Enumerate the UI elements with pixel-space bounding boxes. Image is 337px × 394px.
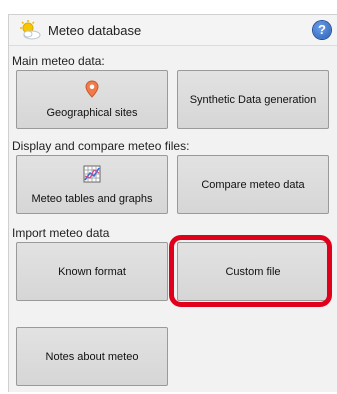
title-bar: Meteo database ? — [9, 15, 337, 46]
synthetic-data-button[interactable]: Synthetic Data generation — [177, 70, 329, 129]
notes-about-meteo-label: Notes about meteo — [45, 350, 139, 363]
highlight-frame — [169, 235, 332, 307]
compare-meteo-button[interactable]: Compare meteo data — [177, 155, 329, 214]
help-icon[interactable]: ? — [313, 21, 331, 39]
section-main-label: Main meteo data: — [12, 54, 105, 68]
window-title: Meteo database — [48, 23, 142, 38]
section-display-label: Display and compare meteo files: — [12, 139, 190, 153]
known-format-label: Known format — [58, 265, 126, 278]
geographical-sites-button[interactable]: Geographical sites — [16, 70, 168, 129]
map-pin-icon — [85, 80, 99, 101]
meteo-tables-label: Meteo tables and graphs — [31, 193, 153, 205]
section-import-label: Import meteo data — [12, 226, 110, 240]
sun-cloud-icon — [19, 20, 41, 40]
geographical-sites-label: Geographical sites — [46, 107, 138, 119]
notes-about-meteo-button[interactable]: Notes about meteo — [16, 327, 168, 386]
known-format-button[interactable]: Known format — [16, 242, 168, 301]
compare-meteo-label: Compare meteo data — [201, 178, 305, 191]
chart-grid-icon — [82, 164, 102, 187]
meteo-tables-button[interactable]: Meteo tables and graphs — [16, 155, 168, 214]
synthetic-data-label: Synthetic Data generation — [189, 93, 317, 106]
